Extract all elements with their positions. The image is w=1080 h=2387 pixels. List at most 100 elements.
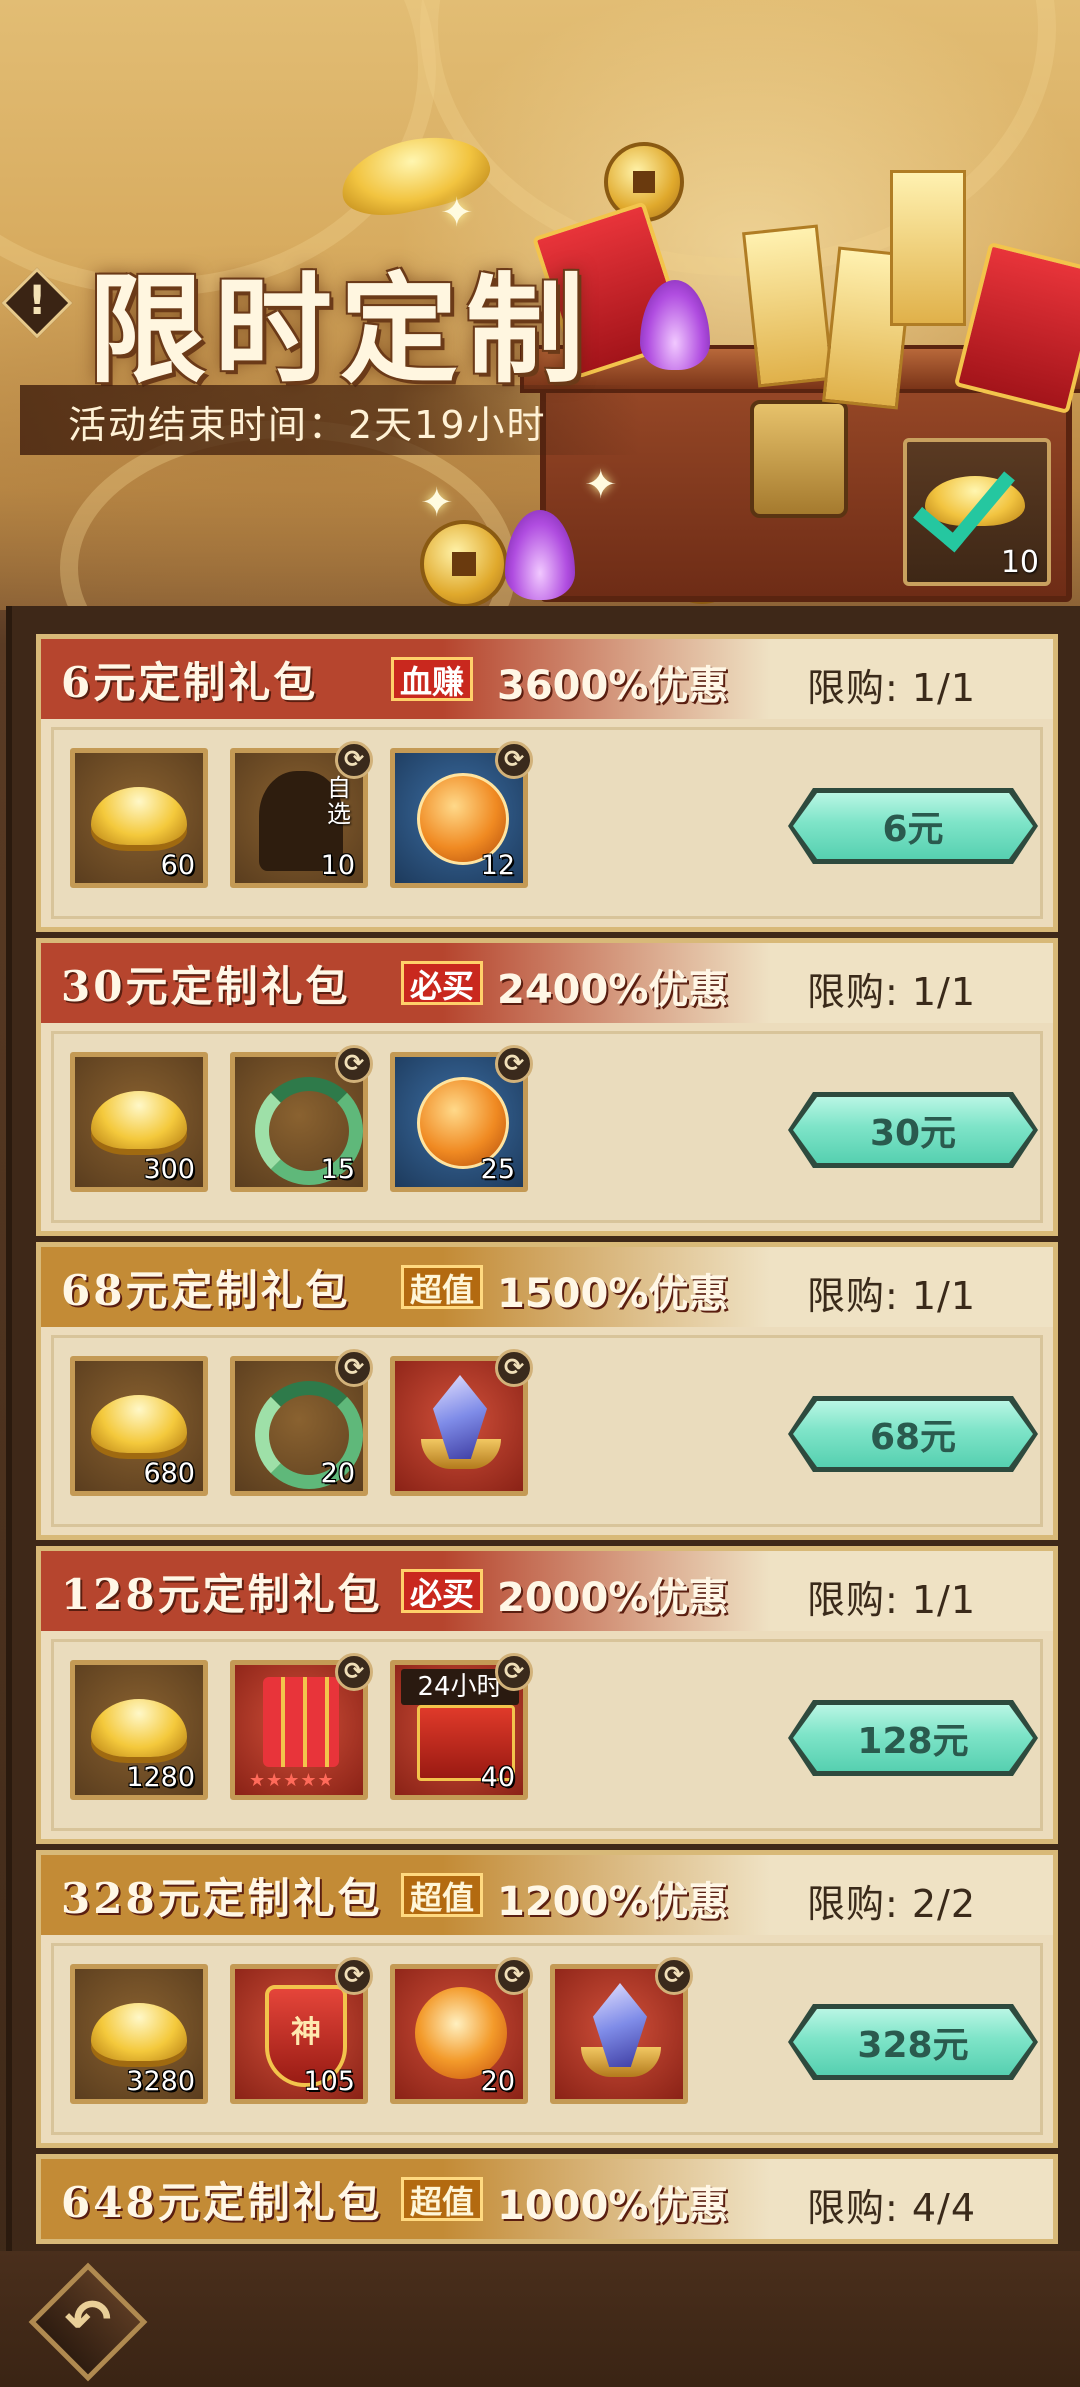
pack-discount: 1000%优惠 (497, 2183, 729, 2229)
pack-tag: 超值 (401, 1265, 484, 1309)
pack-name: 30元定制礼包 (61, 962, 351, 1011)
swap-icon[interactable]: ⟳ (335, 1957, 373, 1995)
swap-icon[interactable]: ⟳ (495, 741, 533, 779)
firecracker-icon (263, 1677, 339, 1767)
star-rating: ★★★★★ (249, 1770, 335, 1791)
pack-list[interactable]: 6元定制礼包 血赚 3600%优惠 限购: 1/1 60 自选 10 ⟳ 12 … (6, 606, 1080, 2251)
item-slot[interactable]: 自选 10 ⟳ (230, 741, 373, 888)
buy-button[interactable]: 328元 (788, 2004, 1038, 2080)
item-slot[interactable]: ⟳ (550, 1957, 693, 2104)
swap-icon[interactable]: ⟳ (495, 1349, 533, 1387)
item-slot[interactable]: 1280 (70, 1660, 208, 1800)
purchase-limit: 限购: 1/1 (807, 1274, 977, 1318)
pack-card: 328元定制礼包 超值 1200%优惠 限购: 2/2 3280 神 105 ⟳… (36, 1850, 1058, 2148)
item-slot[interactable]: 25 ⟳ (390, 1045, 533, 1192)
buy-button[interactable]: 6元 (788, 788, 1038, 864)
gold-ingot-icon (91, 2003, 187, 2061)
pack-card: 6元定制礼包 血赚 3600%优惠 限购: 1/1 60 自选 10 ⟳ 12 … (36, 634, 1058, 932)
buy-button[interactable]: 30元 (788, 1092, 1038, 1168)
pack-contents: 60 自选 10 ⟳ 12 ⟳ 6元 (51, 727, 1043, 919)
item-count: 12 (480, 850, 515, 881)
pack-name: 68元定制礼包 (61, 1266, 351, 1315)
back-button[interactable]: ↶ (28, 2262, 148, 2382)
pack-name: 328元定制礼包 (61, 1874, 383, 1923)
checkin-reward-slot[interactable]: 10 (903, 438, 1051, 586)
pack-name: 6元定制礼包 (61, 658, 319, 707)
swap-icon[interactable]: ⟳ (335, 1349, 373, 1387)
chest-lock (750, 400, 848, 518)
bottom-bar (0, 2251, 1080, 2387)
pack-discount: 2000%优惠 (497, 1575, 729, 1621)
gold-note-art (742, 224, 834, 388)
swap-icon[interactable]: ⟳ (495, 1957, 533, 1995)
item-slot[interactable]: 15 ⟳ (230, 1045, 373, 1192)
exclamation-icon: ! (28, 278, 47, 324)
pack-card: 30元定制礼包 必买 2400%优惠 限购: 1/1 300 15 ⟳ 25 ⟳ (36, 938, 1058, 1236)
item-count: 105 (303, 2066, 355, 2097)
pack-discount: 2400%优惠 (497, 967, 729, 1013)
purchase-limit: 限购: 1/1 (807, 1578, 977, 1622)
item-slot[interactable]: 3280 (70, 1964, 208, 2104)
item-count: 60 (160, 850, 195, 881)
pack-header: 648元定制礼包 超值 1000%优惠 限购: 4/4 (41, 2159, 1053, 2239)
swap-icon[interactable]: ⟳ (655, 1957, 693, 1995)
pack-header: 128元定制礼包 必买 2000%优惠 限购: 1/1 (41, 1551, 1053, 1631)
pack-card: 648元定制礼包 超值 1000%优惠 限购: 4/4 (36, 2154, 1058, 2244)
pack-header: 30元定制礼包 必买 2400%优惠 限购: 1/1 (41, 943, 1053, 1023)
gold-ingot-icon (91, 1699, 187, 1757)
item-count: 680 (143, 1458, 195, 1489)
pack-name: 648元定制礼包 (61, 2178, 383, 2227)
item-slot[interactable]: 神 105 ⟳ (230, 1957, 373, 2104)
item-slot[interactable]: 60 (70, 748, 208, 888)
buy-price: 6元 (882, 809, 944, 850)
swap-icon[interactable]: ⟳ (495, 1045, 533, 1083)
pack-discount: 1500%优惠 (497, 1271, 729, 1317)
pack-tag: 必买 (401, 961, 484, 1005)
item-slot[interactable]: 20 ⟳ (390, 1957, 533, 2104)
pack-card: 68元定制礼包 超值 1500%优惠 限购: 1/1 680 20 ⟳ ⟳ 68… (36, 1242, 1058, 1540)
pack-contents: 3280 神 105 ⟳ 20 ⟳ ⟳ 328元 (51, 1943, 1043, 2135)
swap-icon[interactable]: ⟳ (495, 1653, 533, 1691)
item-count: 1280 (126, 1762, 195, 1793)
swap-icon[interactable]: ⟳ (335, 1653, 373, 1691)
purchase-limit: 限购: 4/4 (807, 2186, 977, 2230)
item-slot[interactable]: 20 ⟳ (230, 1349, 373, 1496)
item-count: 15 (320, 1154, 355, 1185)
red-envelope-art (953, 241, 1080, 415)
item-count: 25 (480, 1154, 515, 1185)
gold-ingot-icon (91, 1091, 187, 1149)
pack-contents: 1280 ★★★★★ ⟳ 24小时 40 ⟳ 128元 (51, 1639, 1043, 1831)
purchase-limit: 限购: 2/2 (807, 1882, 977, 1926)
pack-header: 68元定制礼包 超值 1500%优惠 限购: 1/1 (41, 1247, 1053, 1327)
gold-ingot-icon (91, 1395, 187, 1453)
optional-label: 自选 (327, 774, 351, 828)
purchase-limit: 限购: 1/1 (807, 970, 977, 1014)
checkin-count: 10 (1000, 545, 1039, 580)
purchase-limit: 限购: 1/1 (807, 666, 977, 710)
pack-tag: 血赚 (391, 657, 474, 701)
item-slot[interactable]: 24小时 40 ⟳ (390, 1653, 533, 1800)
gold-note-art (890, 170, 966, 326)
pack-header: 328元定制礼包 超值 1200%优惠 限购: 2/2 (41, 1855, 1053, 1935)
swap-icon[interactable]: ⟳ (335, 741, 373, 779)
buy-price: 128元 (857, 1721, 969, 1762)
pack-discount: 1200%优惠 (497, 1879, 729, 1925)
pack-tag: 超值 (401, 1873, 484, 1917)
pack-contents: 300 15 ⟳ 25 ⟳ 30元 (51, 1031, 1043, 1223)
item-count: 10 (320, 850, 355, 881)
item-slot[interactable]: 12 ⟳ (390, 741, 533, 888)
pack-name: 128元定制礼包 (61, 1570, 383, 1619)
sparkle-icon: ✦ (420, 480, 454, 526)
item-slot[interactable]: 680 (70, 1356, 208, 1496)
item-slot[interactable]: 300 (70, 1052, 208, 1192)
buy-price: 328元 (857, 2025, 969, 2066)
item-slot[interactable]: ⟳ (390, 1349, 533, 1496)
gold-ingot-icon (91, 787, 187, 845)
buy-price: 30元 (869, 1113, 957, 1154)
buy-button[interactable]: 128元 (788, 1700, 1038, 1776)
swap-icon[interactable]: ⟳ (335, 1045, 373, 1083)
item-count: 20 (480, 2066, 515, 2097)
item-count: 300 (143, 1154, 195, 1185)
item-slot[interactable]: ★★★★★ ⟳ (230, 1653, 373, 1800)
buy-button[interactable]: 68元 (788, 1396, 1038, 1472)
